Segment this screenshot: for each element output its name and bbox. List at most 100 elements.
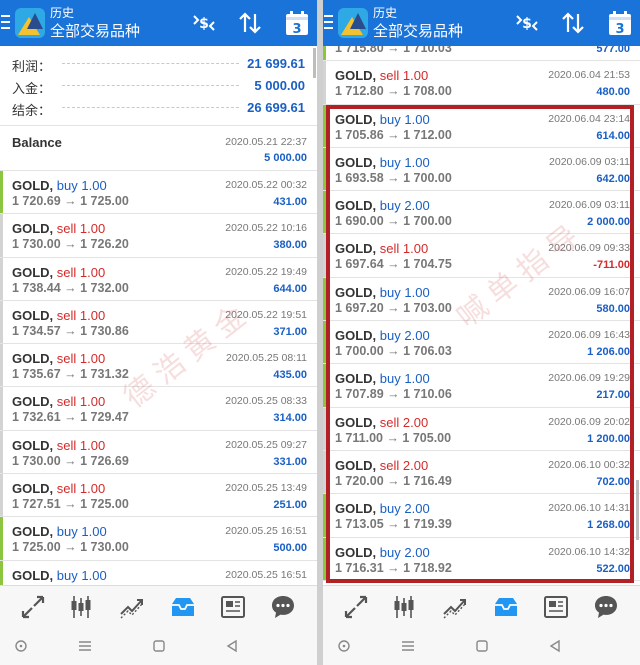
newspaper-icon	[221, 596, 245, 618]
hamburger-menu-icon[interactable]	[0, 11, 12, 35]
deal-row[interactable]: GOLD, buy 1.00 1 720.69 → 1 725.00 2020.05…	[0, 171, 317, 215]
deal-row[interactable]: GOLD, sell 1.00 1 734.57 → 1 730.86 2020.0…	[0, 300, 317, 345]
open-price: 1 720.69	[12, 194, 61, 208]
deal-row[interactable]: GOLD, sell 1.00 1 727.51 → 1 725.00 2020.0…	[0, 474, 317, 518]
deal-type-bar	[0, 430, 3, 474]
symbol-filter[interactable]: 全部交易品种	[50, 23, 140, 41]
open-price: 1 690.00	[335, 214, 384, 229]
tab-news[interactable]	[218, 592, 248, 622]
deal-row[interactable]: GOLD, sell 1.00 1 730.00 → 1 726.69 2020.0…	[0, 430, 317, 475]
deal-row[interactable]: GOLD, buy 1.00 1 705.86 → 1 712.00 2020.06…	[323, 104, 640, 148]
deal-row[interactable]: GOLD, buy 2.00 1 700.00 → 1 706.03 2020.06…	[323, 321, 640, 365]
deal-row[interactable]: GOLD, sell 1.00 1 712.80 → 1 708.00 2020.0…	[323, 61, 640, 105]
deal-side-volume: buy 1.00	[56, 178, 107, 193]
history-list[interactable]: 1 715.80 → 1 710.03 577.00 GOLD, sell 1.00…	[323, 46, 640, 585]
summary-label: 利润：	[12, 59, 52, 74]
history-list[interactable]: 利润： 21 699.61 入金： 5 000.00 结余： 26 699.61 Balan…	[0, 46, 317, 585]
menu-button[interactable]	[76, 637, 94, 655]
symbol-name: GOLD,	[335, 371, 377, 387]
deal-row[interactable]: GOLD, sell 1.00 1 732.61 → 1 729.47 2020.0…	[0, 387, 317, 431]
deal-side-volume: buy 2.00	[379, 328, 430, 344]
deal-symbol: GOLD, buy 2.00	[335, 501, 430, 516]
back-button[interactable]	[546, 637, 564, 655]
home-icon	[153, 640, 165, 652]
close-price: 1 730.86	[80, 323, 129, 338]
tab-chart[interactable]	[66, 592, 96, 622]
deal-prices: 1 697.64 → 1 704.75	[335, 257, 452, 272]
tab-history[interactable]	[491, 592, 521, 622]
recent-apps-button[interactable]	[335, 637, 353, 655]
balance-label: Balance	[12, 135, 62, 150]
deal-symbol: GOLD, sell 1.00	[12, 308, 105, 323]
tab-news[interactable]	[541, 592, 571, 622]
inbox-icon	[495, 598, 517, 616]
tab-messages[interactable]	[591, 592, 621, 622]
symbol-name: GOLD,	[12, 567, 54, 583]
tab-quotes[interactable]	[18, 592, 48, 622]
deal-side-volume: sell 1.00	[56, 394, 106, 410]
deal-time: 2020.06.09 09:33	[548, 242, 630, 255]
deal-symbol: GOLD, buy 2.00	[335, 198, 430, 213]
symbol-name: GOLD,	[335, 111, 377, 127]
balance-amount: 5 000.00	[264, 152, 307, 164]
deposit-filter-button[interactable]: $	[513, 9, 541, 37]
tab-quotes[interactable]	[341, 592, 371, 622]
deal-row[interactable]: GOLD, buy 2.00 1 713.05 → 1 719.39 2020.06…	[323, 494, 640, 538]
home-button[interactable]	[473, 637, 491, 655]
home-button[interactable]	[150, 637, 168, 655]
app-logo-icon	[15, 8, 45, 38]
back-button[interactable]	[223, 637, 241, 655]
tab-trade[interactable]	[440, 592, 470, 622]
deal-prices: 1 711.00 → 1 705.00	[335, 430, 452, 445]
sort-arrows-icon	[239, 12, 261, 34]
sort-button[interactable]	[236, 9, 264, 37]
deal-type-bar	[0, 387, 3, 430]
recent-apps-icon	[15, 640, 27, 652]
deal-row[interactable]: GOLD, sell 2.00 1 720.00 → 1 716.49 2020.0…	[323, 450, 640, 495]
deal-row[interactable]: 1 715.80 → 1 710.03 577.00	[323, 46, 640, 62]
deposit-filter-button[interactable]: $	[190, 9, 218, 37]
deal-side-volume: sell 1.00	[56, 437, 106, 453]
symbol-name: GOLD,	[335, 68, 377, 84]
calendar-button[interactable]: 3	[283, 9, 311, 37]
deal-prices: 1 735.67 → 1 731.32	[12, 367, 129, 382]
calendar-icon: 3	[609, 11, 631, 37]
deal-row[interactable]: GOLD, sell 1.00 1 735.67 → 1 731.32 2020.0…	[0, 344, 317, 388]
scrollbar[interactable]	[636, 480, 639, 540]
deal-row[interactable]: GOLD, buy 1.00 2020.05.25 16:51	[0, 560, 317, 585]
deal-row[interactable]: GOLD, sell 1.00 1 730.00 → 1 726.20 2020.0…	[0, 214, 317, 258]
calendar-button[interactable]: 3	[606, 9, 634, 37]
deal-prices: 1 720.69 → 1 725.00	[12, 194, 129, 208]
open-price: 1 725.00	[12, 540, 61, 555]
deal-time: 2020.05.22 19:49	[225, 265, 307, 278]
deal-row[interactable]: GOLD, buy 2.00 1 690.00 → 1 700.00 2020.06…	[323, 191, 640, 235]
account-summary: 利润： 21 699.61 入金： 5 000.00 结余： 26 699.61	[0, 46, 317, 126]
open-price: 1 730.00	[12, 237, 61, 252]
candlestick-icon	[394, 596, 414, 618]
scrollbar[interactable]	[313, 48, 316, 78]
deal-row[interactable]: GOLD, buy 1.00 1 697.20 → 1 703.00 2020.06…	[323, 277, 640, 322]
balance-row[interactable]: Balance 2020.05.21 22:37 5 000.00	[0, 126, 317, 171]
deal-row[interactable]: GOLD, buy 1.00 1 725.00 → 1 730.00 2020.05…	[0, 517, 317, 561]
symbol-filter[interactable]: 全部交易品种	[373, 23, 463, 41]
close-price: 1 708.00	[403, 84, 452, 99]
deal-row[interactable]: GOLD, sell 1.00 1 738.44 → 1 732.00 2020.0…	[0, 257, 317, 301]
close-price: 1 705.00	[402, 430, 452, 445]
deal-side-volume: buy 2.00	[379, 501, 430, 517]
tab-history[interactable]	[168, 592, 198, 622]
deal-row[interactable]: GOLD, sell 2.00 1 711.00 → 1 705.00 2020.0…	[323, 407, 640, 451]
tab-chart[interactable]	[389, 592, 419, 622]
deal-side-volume: sell 1.00	[56, 307, 106, 323]
tab-trade[interactable]	[117, 592, 147, 622]
deal-row[interactable]: GOLD, buy 1.00 1 693.58 → 1 700.00 2020.06…	[323, 147, 640, 192]
sort-button[interactable]	[559, 9, 587, 37]
deal-row[interactable]: GOLD, buy 1.00 1 707.89 → 1 710.06 2020.06…	[323, 364, 640, 408]
deal-row[interactable]: GOLD, buy 2.00 1 716.31 → 1 718.92 2020.06…	[323, 537, 640, 581]
recent-apps-button[interactable]	[12, 637, 30, 655]
deal-type-bar	[323, 46, 326, 61]
tab-messages[interactable]	[268, 592, 298, 622]
menu-button[interactable]	[399, 637, 417, 655]
deal-row[interactable]: GOLD, sell 1.00 1 697.64 → 1 704.75 2020.0…	[323, 234, 640, 278]
deal-type-bar	[323, 537, 326, 580]
hamburger-menu-icon[interactable]	[323, 11, 335, 35]
